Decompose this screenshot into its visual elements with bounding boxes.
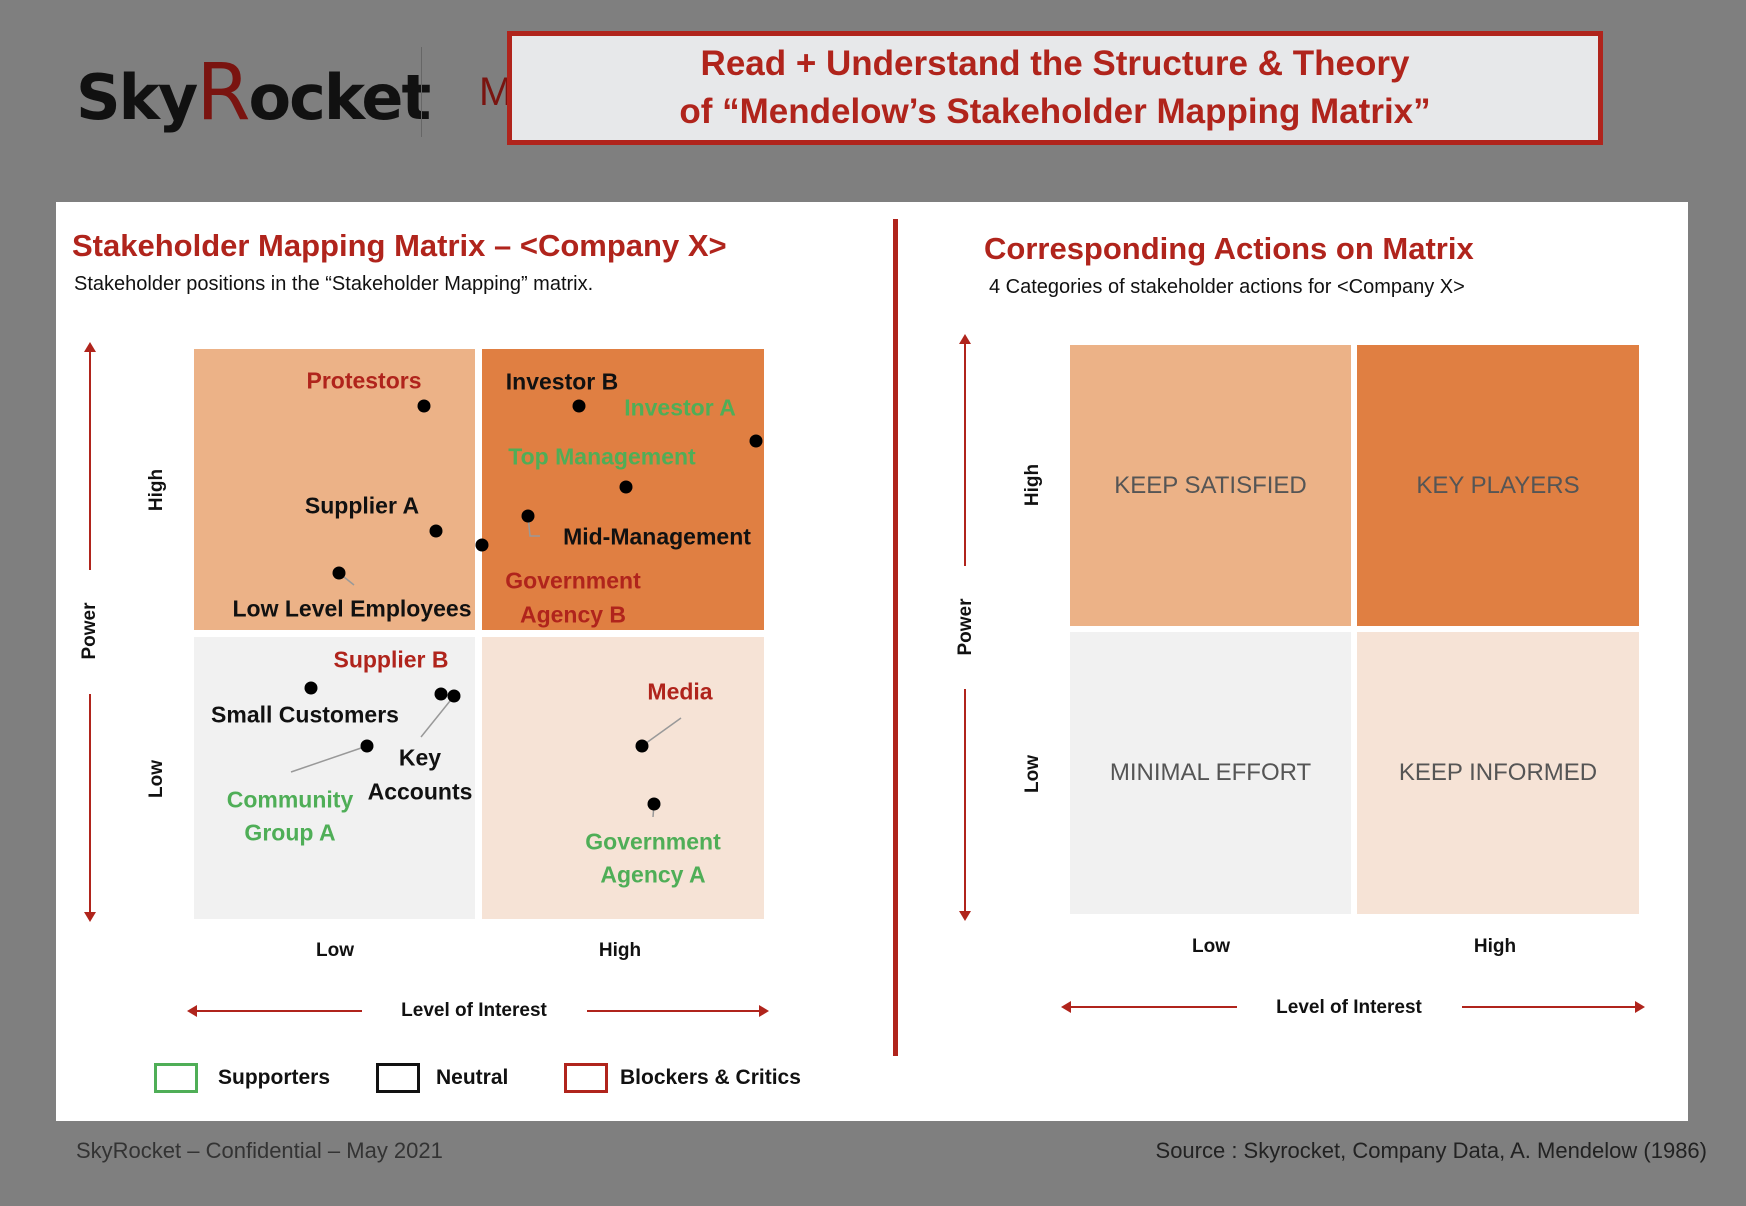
leader-line-key-accounts <box>420 695 455 738</box>
legend-blockers: Blockers & Critics <box>620 1066 801 1089</box>
leader-line-media <box>641 717 682 747</box>
arrow-head-up-right <box>959 334 971 344</box>
power-arrow-down-right <box>964 689 966 915</box>
stakeholder-dot <box>304 681 318 695</box>
stakeholder-label: Top Management <box>508 443 696 470</box>
stakeholder-label: Agency A <box>600 861 706 888</box>
stakeholder-label: Government <box>505 567 641 594</box>
stakeholder-dot <box>475 538 489 552</box>
y-low-label-right: Low <box>1022 755 1043 793</box>
x-axis-label-right: Level of Interest <box>1276 997 1422 1018</box>
stakeholder-label: Small Customers <box>211 701 399 728</box>
stakeholder-label: Investor B <box>505 368 619 395</box>
x-high-label-right: High <box>1473 936 1517 957</box>
stakeholder-label: Mid-Management <box>563 523 751 550</box>
stakeholder-label: Media <box>647 678 713 705</box>
stakeholder-label: Supplier A <box>304 492 420 519</box>
legend-neutral: Neutral <box>436 1066 509 1089</box>
interest-arrow-left-right <box>1066 1006 1237 1008</box>
stakeholder-dot <box>434 687 448 701</box>
stakeholder-dot <box>521 509 535 523</box>
legend-blockers-swatch <box>564 1063 608 1093</box>
stakeholder-dot <box>619 480 633 494</box>
legend-neutral-swatch <box>376 1063 420 1093</box>
section-divider <box>893 219 898 1056</box>
right-title: Corresponding Actions on Matrix <box>984 231 1474 266</box>
quadrant-keep-informed: KEEP INFORMED <box>1357 632 1639 914</box>
stakeholder-label: Community <box>226 786 354 813</box>
stakeholder-label: Group A <box>244 819 336 846</box>
footer-source: Source : Skyrocket, Company Data, A. Men… <box>1155 1138 1707 1163</box>
power-arrow-up-right <box>964 340 966 566</box>
stakeholder-label: Protestors <box>306 367 422 394</box>
quadrant-key-players: KEY PLAYERS <box>1357 345 1639 626</box>
stakeholder-dot <box>447 689 461 703</box>
right-subtitle: 4 Categories of stakeholder actions for … <box>989 276 1465 298</box>
stakeholder-dot <box>635 739 649 753</box>
stakeholder-label: Government <box>585 828 721 855</box>
stakeholder-dot <box>749 434 763 448</box>
stakeholder-dot <box>360 739 374 753</box>
footer-confidential: SkyRocket – Confidential – May 2021 <box>76 1138 443 1163</box>
quadrant-minimal-effort: MINIMAL EFFORT <box>1070 632 1351 914</box>
interest-arrow-right-right <box>1462 1006 1637 1008</box>
stakeholder-dot <box>647 797 661 811</box>
stakeholder-label: Low Level Employees <box>232 595 472 622</box>
stakeholder-label: Supplier B <box>333 646 449 673</box>
arrow-head-right-right <box>1635 1001 1645 1013</box>
stakeholder-dot <box>429 524 443 538</box>
stakeholder-dot <box>417 399 431 413</box>
arrow-head-left-right <box>1061 1001 1071 1013</box>
y-high-label-right: High <box>1022 463 1043 507</box>
y-axis-label-right: Power <box>955 598 976 656</box>
stakeholder-label: Investor A <box>624 394 736 421</box>
stakeholder-dot <box>572 399 586 413</box>
leader-line-community-group <box>290 745 368 773</box>
legend-supporters-swatch <box>154 1063 198 1093</box>
stakeholder-dot <box>332 566 346 580</box>
x-low-label-right: Low <box>1192 936 1230 957</box>
stakeholder-label: Accounts <box>367 778 473 805</box>
legend-supporters: Supporters <box>218 1066 331 1089</box>
stakeholder-label: Key <box>398 744 442 771</box>
arrow-head-down-right <box>959 911 971 921</box>
quadrant-keep-satisfied: KEEP SATISFIED <box>1070 345 1351 626</box>
stakeholder-label: Agency B <box>519 601 627 628</box>
